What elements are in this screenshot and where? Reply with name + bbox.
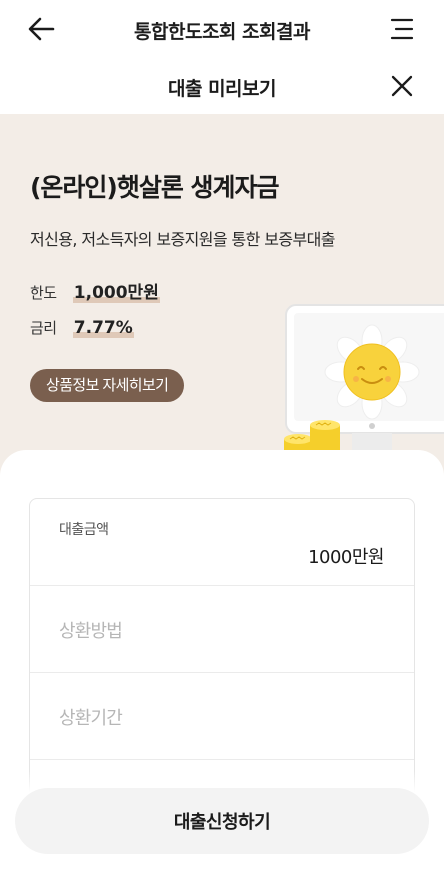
loan-amount-field[interactable]: 대출금액 1000만원	[30, 499, 414, 586]
loan-amount-value[interactable]: 1000만원	[308, 543, 384, 569]
limit-row: 한도 1,000만원	[30, 278, 160, 303]
rate-label: 금리	[30, 319, 57, 337]
app-header: 통합한도조회 조회결과	[0, 0, 444, 58]
preview-title: 대출 미리보기	[168, 78, 277, 100]
loan-amount-label: 대출금액	[59, 522, 109, 538]
rate-row: 금리 7.77%	[30, 317, 134, 338]
close-icon[interactable]	[390, 74, 414, 98]
product-title: (온라인)햇살론 생계자금	[30, 173, 280, 202]
apply-loan-button[interactable]: 대출신청하기	[15, 788, 429, 854]
repayment-period-placeholder: 상환기간	[59, 708, 123, 729]
loan-form: 대출금액 1000만원 상환방법 상환기간	[29, 498, 415, 798]
preview-header: 대출 미리보기	[0, 58, 444, 114]
page-title: 통합한도조회 조회결과	[134, 21, 310, 43]
repayment-period-field[interactable]: 상환기간	[30, 673, 414, 760]
limit-label: 한도	[30, 284, 57, 302]
limit-value: 1,000만원	[72, 283, 160, 303]
rate-value: 7.77%	[72, 318, 134, 338]
menu-icon[interactable]	[390, 17, 414, 41]
product-description: 저신용, 저소득자의 보증지원을 통한 보증부대출	[30, 230, 335, 249]
product-hero: (온라인)햇살론 생계자금 저신용, 저소득자의 보증지원을 통한 보증부대출 …	[0, 114, 444, 494]
repayment-method-placeholder: 상환방법	[59, 621, 123, 642]
footer-bar: 대출신청하기	[0, 770, 444, 885]
product-detail-button[interactable]: 상품정보 자세히보기	[30, 369, 185, 402]
repayment-method-field[interactable]: 상환방법	[30, 586, 414, 673]
